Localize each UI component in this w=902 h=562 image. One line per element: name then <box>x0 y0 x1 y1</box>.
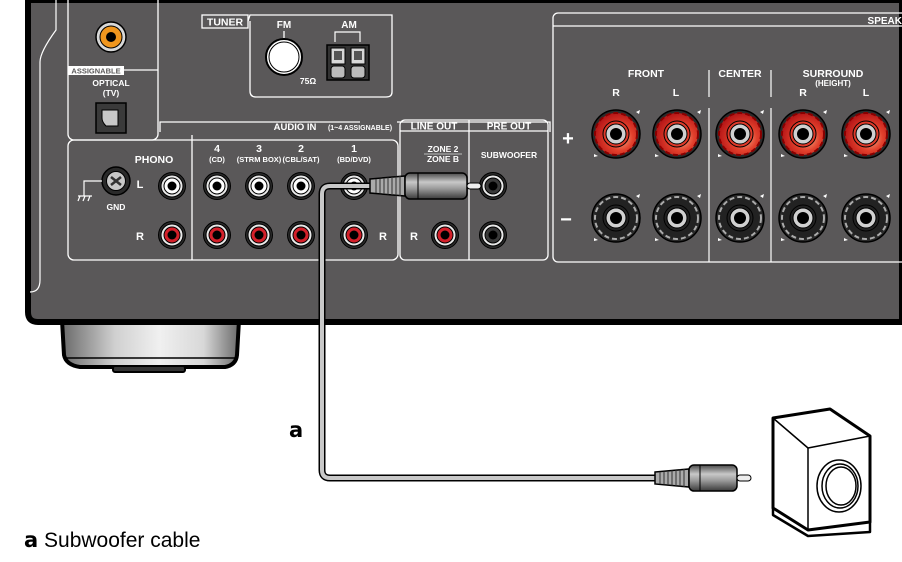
plus-sign: + <box>562 128 574 150</box>
line-out-r-label: R <box>410 231 418 243</box>
rca-plug-subwoofer-end <box>654 464 752 492</box>
surround-r-minus-terminal <box>778 193 828 243</box>
audio-in-r-label: R <box>379 231 387 243</box>
zone2-label: ZONE 2 <box>428 144 459 154</box>
center-plus-terminal <box>715 109 765 159</box>
am-antenna-terminal <box>326 44 370 81</box>
caption-text: Subwoofer cable <box>38 529 201 552</box>
connection-diagram: ASSIGNABLE OPTICAL (TV) TUNER FM 75Ω AM <box>0 0 902 557</box>
front-label: FRONT <box>628 68 665 80</box>
audio-in-number-1: 1 <box>351 143 357 155</box>
audio-in-3-r-jack <box>245 221 273 249</box>
rca-plug-panel-end <box>369 172 482 200</box>
receiver-rear-panel-illustration: ASSIGNABLE OPTICAL (TV) TUNER FM 75Ω AM <box>25 0 902 538</box>
audio-in-1-r-jack <box>340 221 368 249</box>
front-l-minus-terminal <box>652 193 702 243</box>
front-l-label: L <box>673 87 680 99</box>
optical-label: OPTICAL <box>92 78 129 88</box>
cable-callout-label: a <box>289 418 304 442</box>
audio-in-4-l-jack <box>203 172 231 200</box>
surround-sub-label: (HEIGHT) <box>815 79 851 88</box>
subwoofer-2-jack <box>479 221 507 249</box>
assignable-tag: ASSIGNABLE <box>71 67 120 76</box>
front-r-minus-terminal <box>591 193 641 243</box>
surround-r-plus-terminal <box>778 109 828 159</box>
gnd-label: GND <box>107 202 126 212</box>
audio-in-number-4: 4 <box>214 143 220 155</box>
audio-in-4-r-jack <box>203 221 231 249</box>
line-out-label: LINE OUT <box>411 122 458 133</box>
surround-l-minus-terminal <box>841 193 891 243</box>
audio-in-2-r-jack <box>287 221 315 249</box>
audio-in-3-l-jack <box>245 172 273 200</box>
phono-r-label: R <box>136 231 144 243</box>
fm-impedance: 75Ω <box>300 76 316 86</box>
subwoofer-label: SUBWOOFER <box>481 150 537 160</box>
audio-in-name-3: (STRM BOX) <box>237 155 282 164</box>
coaxial-jack <box>95 21 127 53</box>
zoneb-label: ZONE B <box>427 154 459 164</box>
zone2-r-jack <box>431 221 459 249</box>
audio-in-name-4: (CD) <box>209 155 225 164</box>
fm-label: FM <box>277 20 291 31</box>
fm-antenna-jack <box>265 38 303 76</box>
minus-sign: − <box>560 209 572 231</box>
caption-letter: a <box>24 528 39 552</box>
audio-in-number-3: 3 <box>256 143 262 155</box>
am-label: AM <box>341 20 357 31</box>
optical-sublabel: (TV) <box>103 88 120 98</box>
front-l-plus-terminal <box>652 109 702 159</box>
surround-r-label: R <box>799 87 807 99</box>
speakers-label: SPEAK <box>868 16 902 27</box>
phono-r-jack <box>158 221 186 249</box>
subwoofer-icon <box>771 407 872 538</box>
front-r-label: R <box>612 87 620 99</box>
audio-in-number-2: 2 <box>298 143 304 155</box>
surround-l-label: L <box>863 87 870 99</box>
audio-in-name-1: (BD/DVD) <box>337 155 371 164</box>
pre-out-label: PRE OUT <box>487 122 531 133</box>
phono-label: PHONO <box>135 154 174 166</box>
audio-in-note: (1~4 ASSIGNABLE) <box>328 125 392 132</box>
phono-l-jack <box>158 172 186 200</box>
center-label: CENTER <box>718 68 762 80</box>
front-r-plus-terminal <box>591 109 641 159</box>
subwoofer-1-jack <box>479 172 507 200</box>
receiver-foot <box>59 318 242 373</box>
tuner-label: TUNER <box>207 17 244 29</box>
audio-in-2-l-jack <box>287 172 315 200</box>
audio-in-label: AUDIO IN <box>274 122 317 133</box>
center-minus-terminal <box>715 193 765 243</box>
figure-caption: a Subwoofer cable <box>24 528 201 552</box>
optical-port <box>95 102 127 134</box>
audio-in-name-2: (CBL/SAT) <box>283 155 320 164</box>
surround-l-plus-terminal <box>841 109 891 159</box>
phono-l-label: L <box>137 179 144 191</box>
